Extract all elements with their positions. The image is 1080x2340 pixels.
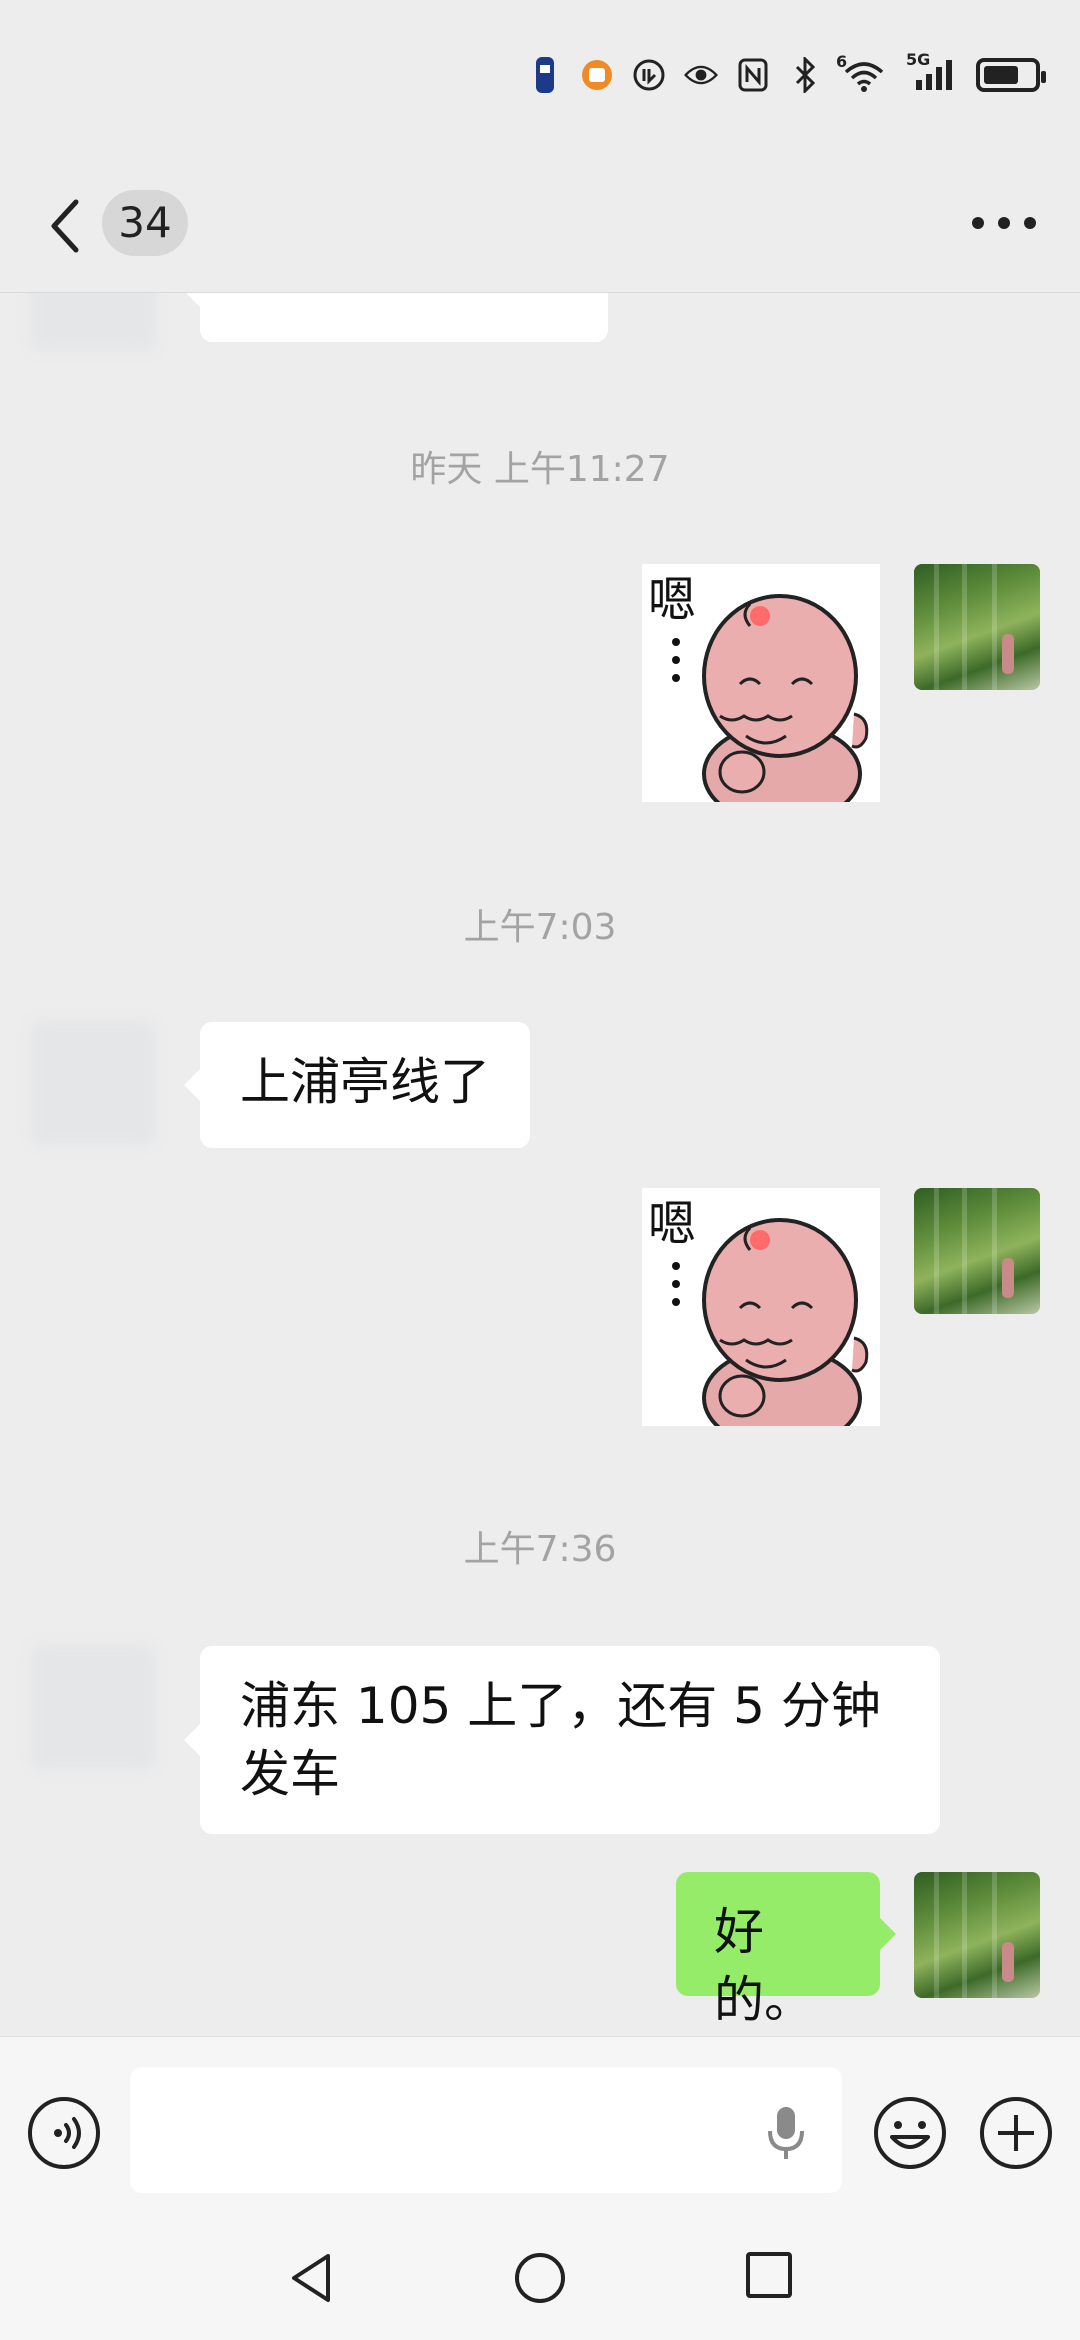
baby-sticker-icon: 嗯	[642, 1188, 880, 1426]
timestamp: 上午7:36	[463, 1529, 617, 1570]
microphone-icon	[768, 2107, 804, 2159]
more-dots-icon	[972, 217, 984, 229]
my-avatar[interactable]	[914, 1188, 1040, 1314]
circle-home-icon	[515, 2253, 565, 2303]
my-avatar[interactable]	[914, 564, 1040, 690]
timestamp: 昨天 上午11:27	[410, 449, 670, 490]
unread-count-badge[interactable]: 34	[102, 190, 188, 256]
nfc-indicator-icon	[632, 58, 666, 92]
more-dots-icon	[998, 217, 1010, 229]
contact-avatar[interactable]	[30, 1020, 156, 1146]
timestamp: 上午7:03	[463, 907, 617, 948]
system-navigation-bar	[0, 2198, 1080, 2340]
svg-text:嗯: 嗯	[648, 1196, 696, 1252]
triangle-back-icon	[292, 2254, 330, 2302]
voice-icon	[28, 2097, 100, 2169]
sticker-message[interactable]: 嗯	[642, 564, 880, 802]
5g-signal-icon: 5G	[906, 50, 958, 92]
bluetooth-icon	[788, 57, 822, 93]
wifi-icon: 6	[836, 52, 888, 92]
more-dots-icon	[1024, 217, 1036, 229]
back-button[interactable]	[40, 188, 100, 264]
wifi-version-label: 6	[836, 52, 848, 71]
more-functions-button[interactable]	[976, 2093, 1056, 2173]
status-bar: 6 5G	[0, 0, 1080, 160]
received-message-bubble[interactable]: 上浦亭线了	[184, 1022, 530, 1148]
voice-to-text-button[interactable]	[758, 2101, 814, 2165]
svg-text:嗯: 嗯	[648, 572, 696, 628]
square-recents-icon	[746, 2252, 792, 2298]
baby-sticker-icon: 嗯	[642, 564, 880, 802]
nav-home-button[interactable]	[512, 2250, 568, 2306]
plus-circle-icon	[980, 2097, 1052, 2169]
my-avatar[interactable]	[914, 1872, 1040, 1998]
nfc-icon	[736, 58, 770, 92]
more-options-button[interactable]	[964, 190, 1044, 256]
chat-area[interactable]: 昨天 上午11:27 嗯 上午7:03 上浦亭线了 嗯 上午7:36 浦东 10…	[0, 0, 1080, 2036]
voice-input-button[interactable]	[26, 2095, 102, 2171]
back-arrow-icon	[51, 199, 79, 253]
message-input-bar	[0, 2036, 1080, 2199]
smiley-icon	[874, 2097, 946, 2169]
emoji-button[interactable]	[870, 2093, 950, 2173]
battery-icon	[976, 58, 1046, 92]
notification-app-icon-2	[580, 58, 614, 92]
sent-message-bubble[interactable]: 好的。	[676, 1872, 896, 2029]
chat-header: 34	[0, 160, 1080, 293]
contact-avatar[interactable]	[30, 1644, 156, 1770]
received-message-bubble[interactable]: 浦东 105 上了，还有 5 分钟发车	[184, 1646, 940, 1834]
message-input[interactable]	[130, 2067, 842, 2193]
nav-back-button[interactable]	[284, 2250, 340, 2306]
nav-recents-button[interactable]	[744, 2250, 794, 2300]
sticker-message[interactable]: 嗯	[642, 1188, 880, 1426]
network-type-label: 5G	[906, 50, 931, 69]
notification-app-icon-1	[528, 57, 562, 93]
eye-icon	[684, 58, 718, 92]
